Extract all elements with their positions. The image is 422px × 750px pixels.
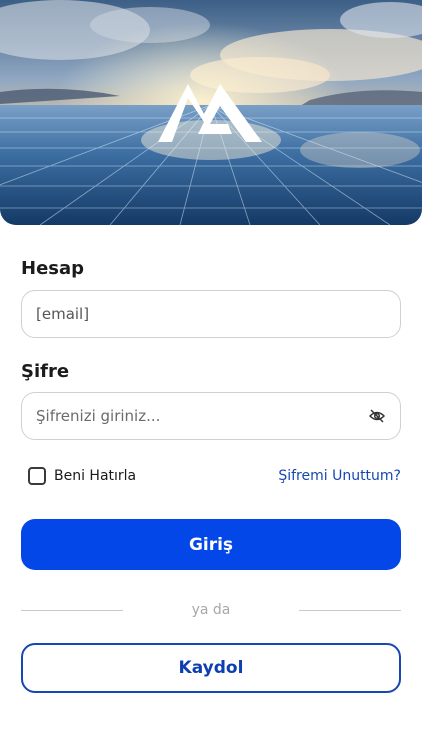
forgot-password-link[interactable]: Şifremi Unuttum? <box>278 468 401 484</box>
password-field-container[interactable] <box>21 392 401 440</box>
eye-slash-icon[interactable] <box>368 407 386 425</box>
login-button[interactable]: Giriş <box>21 519 401 570</box>
divider-text: ya da <box>191 602 231 618</box>
brand-logo-icon <box>158 84 262 142</box>
register-button[interactable]: Kaydol <box>21 643 401 693</box>
divider-line-right <box>299 609 401 611</box>
or-divider: ya da <box>21 600 401 620</box>
password-input[interactable] <box>36 407 368 425</box>
account-label: Hesap <box>21 258 85 279</box>
remember-me: Beni Hatırla <box>28 467 136 485</box>
password-label: Şifre <box>21 361 70 382</box>
email-field-container[interactable] <box>21 290 401 338</box>
remember-checkbox[interactable] <box>28 467 46 485</box>
email-input[interactable] <box>36 305 386 323</box>
divider-line-left <box>21 609 123 611</box>
hero-image <box>0 0 422 225</box>
remember-label[interactable]: Beni Hatırla <box>54 468 136 484</box>
